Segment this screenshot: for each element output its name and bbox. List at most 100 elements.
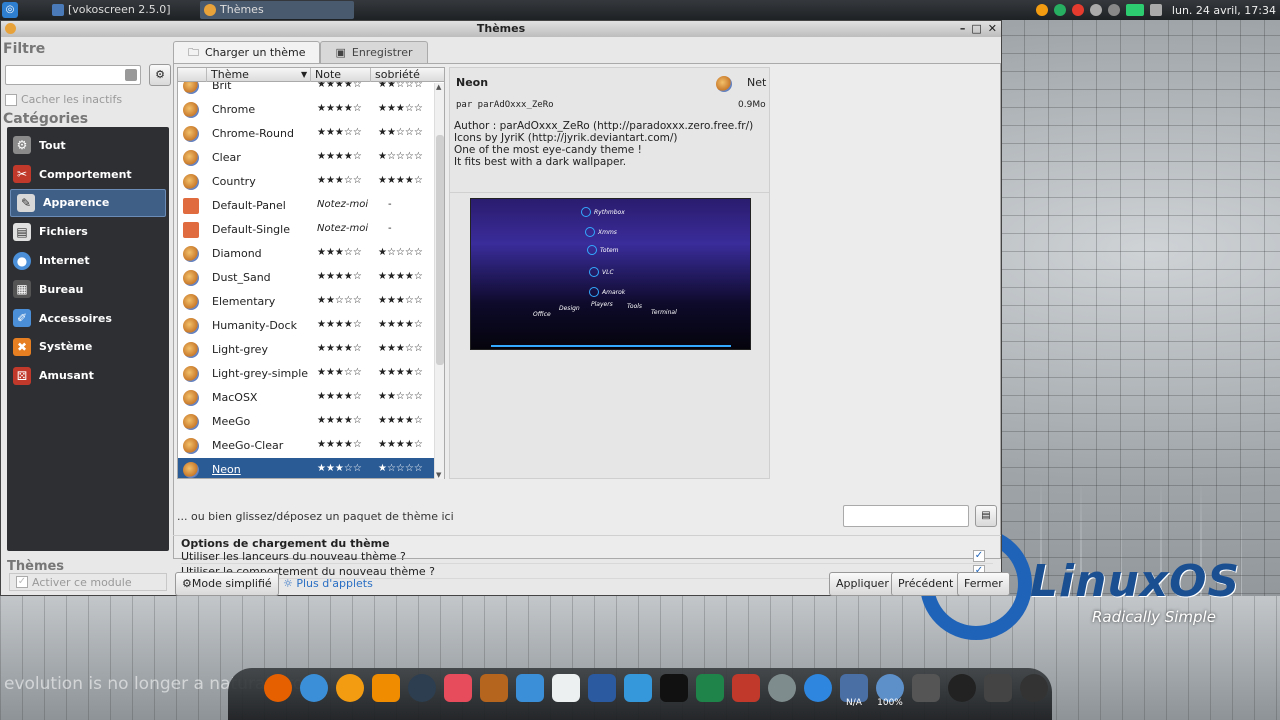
scroll-down-icon[interactable]: ▼ — [436, 471, 441, 479]
theme-row[interactable]: MeeGo ★★★★☆ ★★★★☆ — [178, 410, 434, 434]
theme-row[interactable]: MeeGo-Clear ★★★★☆ ★★★★☆ — [178, 434, 434, 458]
theme-note[interactable]: ★★★★☆ — [317, 319, 362, 330]
theme-row[interactable]: Diamond ★★★☆☆ ★☆☆☆☆ — [178, 242, 434, 266]
theme-note[interactable]: ★★★☆☆ — [317, 247, 362, 258]
theme-note[interactable]: Notez-moi — [317, 199, 368, 210]
vlc-icon[interactable] — [372, 674, 400, 702]
filter-input[interactable] — [5, 65, 141, 85]
clock-app-icon[interactable] — [300, 674, 328, 702]
photo-app-icon[interactable] — [444, 674, 472, 702]
activate-module-checkbox[interactable]: ✓ Activer ce module — [9, 573, 167, 591]
theme-row[interactable]: MacOSX ★★★★☆ ★★☆☆☆ — [178, 386, 434, 410]
category-tout[interactable]: ⚙ Tout — [7, 131, 169, 160]
theme-row[interactable]: Humanity-Dock ★★★★☆ ★★★★☆ — [178, 314, 434, 338]
column-note[interactable]: Note — [310, 68, 370, 82]
theme-row[interactable]: Clear ★★★★☆ ★☆☆☆☆ — [178, 146, 434, 170]
theme-note[interactable]: ★★★★☆ — [317, 151, 362, 162]
screenshot-icon[interactable] — [516, 674, 544, 702]
document-icon[interactable] — [552, 674, 580, 702]
theme-note[interactable]: ★★☆☆☆ — [317, 295, 362, 306]
cairo-icon[interactable] — [408, 674, 436, 702]
theme-row[interactable]: Elementary ★★☆☆☆ ★★★☆☆ — [178, 290, 434, 314]
keyboard-icon[interactable] — [1149, 4, 1162, 16]
record-icon[interactable] — [1071, 4, 1084, 16]
taskbar-item-vokoscreen[interactable]: [vokoscreen 2.5.0] — [48, 1, 198, 19]
column-theme[interactable]: Thème ▼ — [206, 68, 310, 82]
simple-mode-button[interactable]: ⚙Mode simplifié — [175, 572, 279, 596]
power-icon[interactable] — [1020, 674, 1048, 702]
globe-icon[interactable]: 100% — [876, 674, 904, 708]
scroll-up-icon[interactable]: ▲ — [436, 83, 441, 91]
filter-options-button[interactable]: ⚙ — [149, 64, 171, 86]
option-use-launchers[interactable]: Utiliser les lanceurs du nouveau thème ?… — [181, 550, 993, 564]
use-launchers-checkbox[interactable]: ✓ — [973, 550, 985, 562]
theme-note[interactable]: ★★★★☆ — [317, 343, 362, 354]
wifi-icon[interactable] — [1035, 4, 1048, 16]
minimize-icon[interactable]: – — [960, 21, 966, 37]
category-systeme[interactable]: ✖ Système — [7, 333, 169, 362]
theme-note[interactable]: ★★★☆☆ — [317, 175, 362, 186]
theme-row[interactable]: Default-Single Notez-moi - — [178, 218, 434, 242]
orange-app-icon[interactable] — [336, 674, 364, 702]
theme-row[interactable]: Light-grey-simple ★★★☆☆ ★★★★☆ — [178, 362, 434, 386]
apply-button[interactable]: Appliquer — [829, 572, 896, 596]
theme-row[interactable]: Default-Panel Notez-moi - — [178, 194, 434, 218]
more-applets-link[interactable]: ☼ Plus d'applets — [283, 577, 373, 590]
speaker-icon[interactable] — [912, 674, 940, 702]
terminal-icon[interactable] — [660, 674, 688, 702]
settings-icon[interactable] — [768, 674, 796, 702]
theme-note[interactable]: ★★★★☆ — [317, 415, 362, 426]
theme-note[interactable]: ★★★☆☆ — [317, 367, 362, 378]
clear-input-icon[interactable] — [125, 69, 137, 81]
theme-note[interactable]: ★★★☆☆ — [317, 463, 362, 474]
category-amusant[interactable]: ⚄ Amusant — [7, 361, 169, 390]
clock[interactable]: lun. 24 avril, 17:34 — [1172, 4, 1276, 17]
theme-note[interactable]: ★★★★☆ — [317, 103, 362, 114]
tab-charger[interactable]: 🗀 Charger un thème — [173, 41, 321, 63]
browse-package-button[interactable]: ▤ — [975, 505, 997, 527]
theme-note[interactable]: Notez-moi — [317, 223, 368, 234]
category-internet[interactable]: ● Internet — [7, 246, 169, 275]
theme-row[interactable]: Light-grey ★★★★☆ ★★★☆☆ — [178, 338, 434, 362]
previous-button[interactable]: Précédent — [891, 572, 961, 596]
theme-row[interactable]: Country ★★★☆☆ ★★★★☆ — [178, 170, 434, 194]
volume-icon[interactable] — [1089, 4, 1102, 16]
category-fichiers[interactable]: ▤ Fichiers — [7, 217, 169, 246]
theme-row[interactable]: Neon ★★★☆☆ ★☆☆☆☆ — [178, 458, 434, 478]
gimp-icon[interactable] — [480, 674, 508, 702]
sunglasses-icon[interactable] — [624, 674, 652, 702]
download-icon[interactable] — [732, 674, 760, 702]
firefox-icon[interactable] — [264, 674, 292, 702]
start-menu-icon[interactable]: ◎ — [2, 2, 18, 18]
theme-list-scrollbar[interactable]: ▲ ▼ — [434, 83, 444, 479]
theme-note[interactable]: ★★★★☆ — [317, 439, 362, 450]
disk-icon[interactable]: N/A — [840, 674, 868, 708]
gear-icon[interactable] — [804, 674, 832, 702]
trash-icon[interactable] — [984, 674, 1012, 702]
theme-note[interactable]: ★★★☆☆ — [317, 127, 362, 138]
theme-note[interactable]: ★★★★☆ — [317, 271, 362, 282]
writer-icon[interactable] — [588, 674, 616, 702]
maximize-icon[interactable]: □ — [971, 21, 981, 37]
theme-note[interactable]: ★★★★☆ — [317, 391, 362, 402]
scroll-thumb[interactable] — [436, 135, 444, 365]
theme-row[interactable]: Dust_Sand ★★★★☆ ★★★★☆ — [178, 266, 434, 290]
hide-inactive-box[interactable] — [5, 93, 17, 106]
category-comportement[interactable]: ✂ Comportement — [7, 160, 169, 189]
close-button[interactable]: Fermer — [957, 572, 1010, 596]
category-bureau[interactable]: ▦ Bureau — [7, 275, 169, 304]
category-accessoires[interactable]: ✐ Accessoires — [7, 304, 169, 333]
tab-enregistrer[interactable]: ▣ Enregistrer — [320, 41, 428, 63]
record-icon[interactable] — [948, 674, 976, 702]
network-icon[interactable] — [1053, 4, 1066, 16]
package-path-input[interactable] — [843, 505, 969, 527]
system-monitor-icon[interactable] — [696, 674, 724, 702]
hide-inactive-checkbox[interactable]: Cacher les inactifs — [5, 93, 122, 106]
taskbar-item-themes[interactable]: Thèmes — [200, 1, 354, 19]
window-titlebar[interactable]: Thèmes – □ ✕ — [1, 21, 1001, 37]
theme-row[interactable]: Chrome-Round ★★★☆☆ ★★☆☆☆ — [178, 122, 434, 146]
close-icon[interactable]: ✕ — [988, 21, 997, 37]
theme-row[interactable]: Chrome ★★★★☆ ★★★☆☆ — [178, 98, 434, 122]
activate-module-box[interactable]: ✓ — [16, 576, 28, 588]
bluetooth-icon[interactable] — [1107, 4, 1120, 16]
